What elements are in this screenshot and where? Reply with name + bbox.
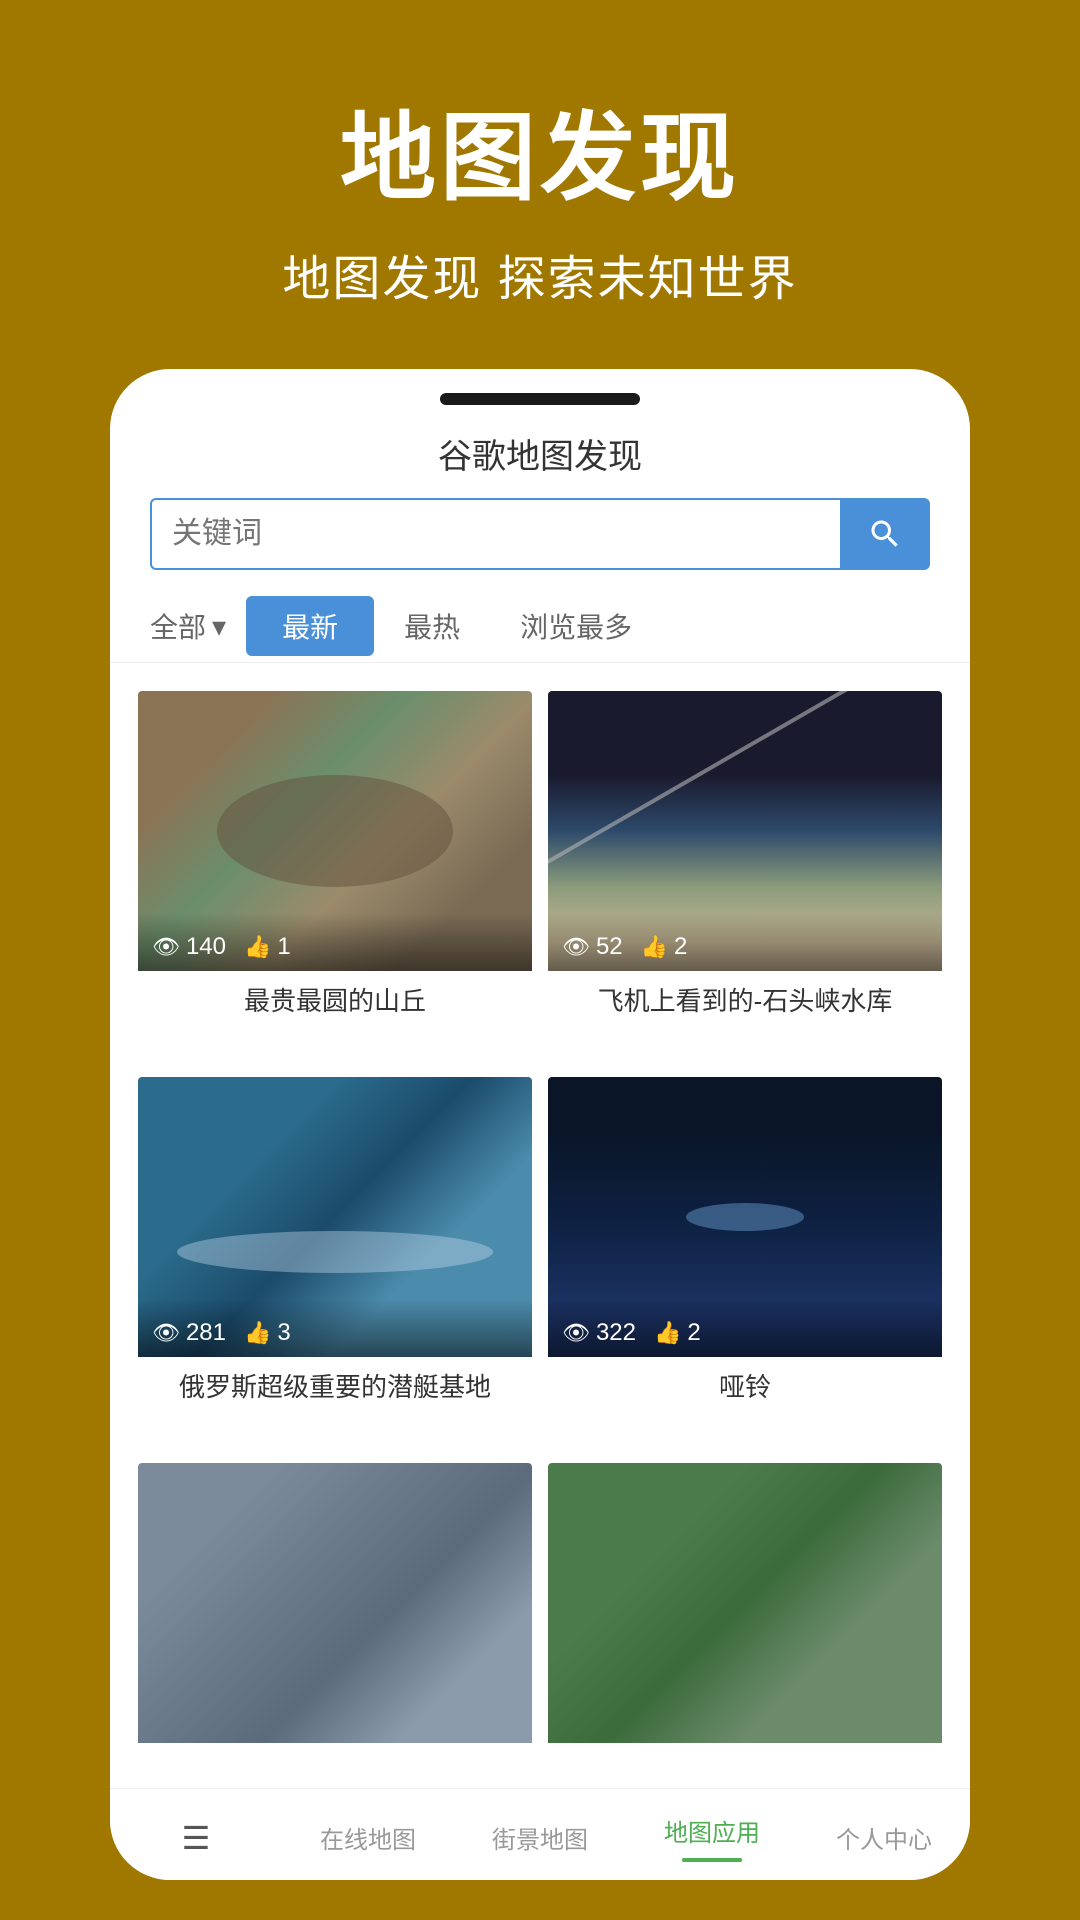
eye-icon: 👁	[562, 934, 590, 960]
search-button[interactable]	[840, 498, 930, 570]
menu-icon: ☰	[182, 1819, 211, 1857]
content-grid: 👁 140 👍 1 最贵最圆的山丘 👁 52	[110, 663, 970, 1788]
view-count: 140	[186, 933, 226, 961]
item-title: 最贵最圆的山丘	[138, 971, 532, 1024]
list-item[interactable]	[548, 1463, 942, 1780]
nav-map-app-label: 地图应用	[664, 1813, 760, 1848]
item-image-buildings	[138, 1463, 532, 1743]
tab-latest[interactable]: 最新	[246, 596, 374, 656]
like-icon: 👍	[244, 934, 271, 960]
phone-notch	[440, 393, 640, 405]
nav-item-menu[interactable]: ☰	[110, 1811, 282, 1865]
nav-active-indicator	[682, 1858, 742, 1862]
filter-tabs: 全部 ▾ 最新 最热 浏览最多	[110, 590, 970, 663]
view-count: 281	[186, 1319, 226, 1347]
list-item[interactable]: 👁 322 👍 2 哑铃	[548, 1077, 942, 1447]
likes-stat: 👍 2	[641, 933, 688, 961]
nav-item-map-app[interactable]: 地图应用	[626, 1805, 798, 1870]
tab-hottest-label: 最热	[404, 612, 460, 643]
like-count: 1	[277, 933, 290, 961]
list-item[interactable]: 👁 281 👍 3 俄罗斯超级重要的潜艇基地	[138, 1077, 532, 1447]
item-stats: 👁 52 👍 2	[548, 913, 942, 971]
phone-container: 谷歌地图发现 全部 ▾ 最新 最热 浏览最多	[110, 369, 970, 1880]
eye-icon: 👁	[562, 1320, 590, 1346]
app-title: 地图发现	[340, 80, 740, 219]
item-image-dumbbell: 👁 322 👍 2	[548, 1077, 942, 1357]
tab-latest-label: 最新	[282, 612, 338, 643]
item-image-submarine: 👁 281 👍 3	[138, 1077, 532, 1357]
view-count: 52	[596, 933, 623, 961]
nav-item-online-map[interactable]: 在线地图	[282, 1812, 454, 1863]
nav-item-profile[interactable]: 个人中心	[798, 1812, 970, 1863]
search-input[interactable]	[150, 498, 840, 570]
nav-online-map-label: 在线地图	[320, 1820, 416, 1855]
like-icon: 👍	[244, 1320, 271, 1346]
tab-most-viewed-label: 浏览最多	[520, 612, 632, 643]
views-stat: 👁 52	[562, 933, 623, 961]
nav-profile-label: 个人中心	[836, 1820, 932, 1855]
like-icon: 👍	[654, 1320, 681, 1346]
nav-street-view-label: 街景地图	[492, 1820, 588, 1855]
tab-all-label: 全部	[150, 606, 206, 646]
likes-stat: 👍 2	[654, 1319, 701, 1347]
chevron-down-icon: ▾	[212, 610, 226, 643]
like-count: 3	[277, 1319, 290, 1347]
app-subtitle: 地图发现 探索未知世界	[282, 239, 797, 309]
item-title: 俄罗斯超级重要的潜艇基地	[138, 1357, 532, 1410]
tab-all[interactable]: 全部 ▾	[150, 590, 246, 662]
item-image-dam: 👁 52 👍 2	[548, 691, 942, 971]
likes-stat: 👍 3	[244, 1319, 291, 1347]
bottom-nav: ☰ 在线地图 街景地图 地图应用 个人中心	[110, 1788, 970, 1880]
like-icon: 👍	[641, 934, 668, 960]
list-item[interactable]: 👁 52 👍 2 飞机上看到的-石头峡水库	[548, 691, 942, 1061]
views-stat: 👁 140	[152, 933, 226, 961]
views-stat: 👁 281	[152, 1319, 226, 1347]
like-count: 2	[674, 933, 687, 961]
views-stat: 👁 322	[562, 1319, 636, 1347]
view-count: 322	[596, 1319, 636, 1347]
item-stats: 👁 322 👍 2	[548, 1299, 942, 1357]
tab-most-viewed[interactable]: 浏览最多	[490, 590, 662, 662]
item-stats: 👁 140 👍 1	[138, 913, 532, 971]
search-bar	[150, 498, 930, 570]
phone-header: 谷歌地图发现	[110, 405, 970, 498]
item-image-track	[548, 1463, 942, 1743]
item-image-mountains: 👁 140 👍 1	[138, 691, 532, 971]
item-title: 飞机上看到的-石头峡水库	[548, 971, 942, 1024]
header-section: 地图发现 地图发现 探索未知世界	[0, 0, 1080, 369]
like-count: 2	[687, 1319, 700, 1347]
nav-item-street-view[interactable]: 街景地图	[454, 1812, 626, 1863]
item-title: 哑铃	[548, 1357, 942, 1410]
search-icon	[867, 516, 903, 552]
eye-icon: 👁	[152, 1320, 180, 1346]
tab-hottest[interactable]: 最热	[374, 590, 490, 662]
eye-icon: 👁	[152, 934, 180, 960]
likes-stat: 👍 1	[244, 933, 291, 961]
list-item[interactable]: 👁 140 👍 1 最贵最圆的山丘	[138, 691, 532, 1061]
item-stats: 👁 281 👍 3	[138, 1299, 532, 1357]
list-item[interactable]	[138, 1463, 532, 1780]
